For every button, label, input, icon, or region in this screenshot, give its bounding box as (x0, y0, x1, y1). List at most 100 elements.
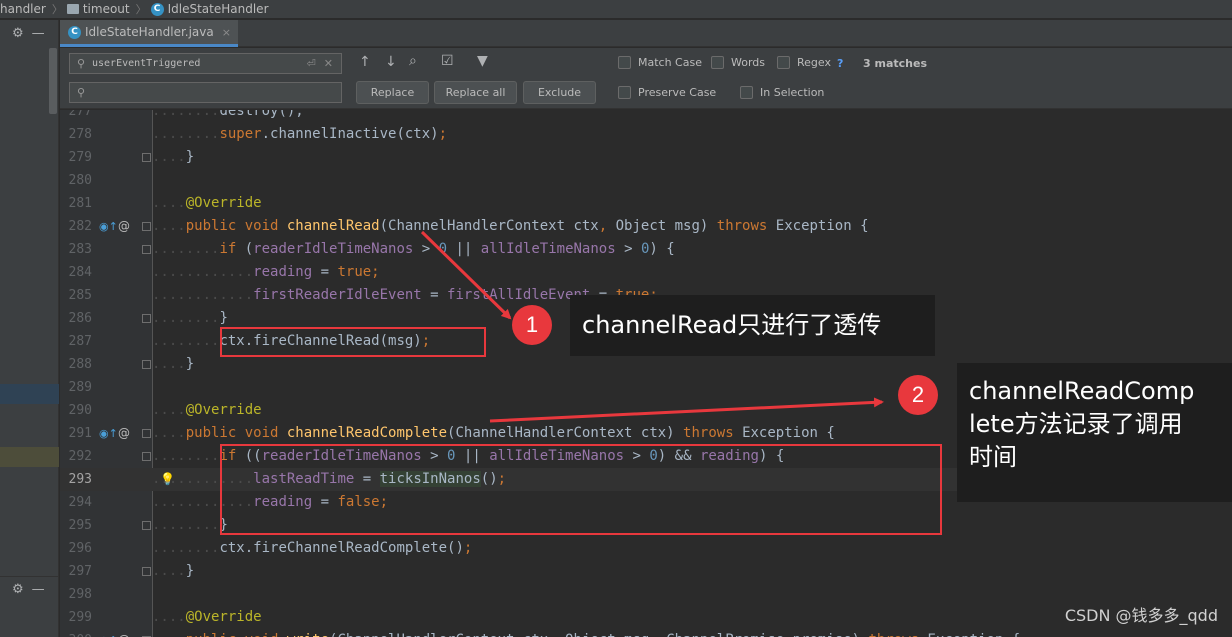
search-icon: ⚲ (76, 57, 86, 70)
fold-toggle-icon[interactable] (142, 153, 151, 162)
gear-icon[interactable]: ⚙ (12, 582, 24, 597)
next-occurrence-icon[interactable]: ↓ (385, 54, 397, 70)
project-tree-highlight-row[interactable] (0, 447, 59, 467)
line-number: 285 (68, 288, 92, 303)
line-number: 282 (68, 219, 92, 234)
line-number: 288 (68, 357, 92, 372)
words-checkbox[interactable]: Words (711, 56, 765, 69)
breadcrumb-item-class[interactable]: C IdleStateHandler (150, 2, 269, 16)
code-line[interactable]: 281 ....@Override (60, 192, 1232, 215)
code-text[interactable]: ....public void write(ChannelHandlerCont… (152, 629, 1020, 637)
exclude-button[interactable]: Exclude (523, 81, 596, 104)
code-line[interactable]: 296 ........ctx.fireChannelReadComplete()… (60, 537, 1232, 560)
line-number: 300 (60, 629, 92, 637)
code-text[interactable]: ........} (152, 307, 228, 330)
highlight-box-read-complete (220, 444, 942, 535)
fold-toggle-icon[interactable] (142, 314, 151, 323)
preserve-case-checkbox[interactable]: Preserve Case (618, 86, 716, 99)
code-text[interactable]: ....} (152, 146, 194, 169)
code-text[interactable]: ....@Override (152, 606, 262, 629)
annotation-badge-2: 2 (898, 375, 938, 415)
code-text[interactable]: ............reading = true; (152, 261, 380, 284)
code-text[interactable]: ....@Override (152, 399, 262, 422)
code-text[interactable]: ........if (readerIdleTimeNanos > 0 || a… (152, 238, 675, 261)
line-number: 290 (68, 403, 92, 418)
close-icon[interactable]: × (222, 26, 231, 39)
annotation-note-2: channelReadComp lete方法记录了调用 时间 (957, 363, 1232, 502)
code-line[interactable]: 277 ........destroy(); (60, 110, 1232, 123)
class-icon: C (150, 2, 164, 16)
code-line[interactable]: 284 ............reading = true; (60, 261, 1232, 284)
override-marker-icon[interactable]: ◉↑ (99, 422, 118, 445)
line-number: 287 (68, 334, 92, 349)
code-line[interactable]: 282 ◉↑ @ ....public void channelRead(Channe… (60, 215, 1232, 238)
annotation-marker-icon[interactable]: @ (118, 215, 130, 238)
code-line[interactable]: 280 (60, 169, 1232, 192)
line-number: 280 (68, 173, 92, 188)
find-replace-panel: ⚲ userEventTriggered ⏎ ✕ ⚲ ↑ ↓ ⌕ ☑ ▼ Rep… (60, 48, 1232, 109)
line-number: 291 (68, 426, 92, 441)
regex-help-link[interactable]: ? (837, 57, 843, 70)
line-number: 294 (68, 495, 92, 510)
code-line[interactable]: 278 ........super.channelInactive(ctx); (60, 123, 1232, 146)
code-text[interactable]: ....public void channelReadComplete(Chan… (152, 422, 835, 445)
code-line[interactable]: 283 ........if (readerIdleTimeNanos > 0 |… (60, 238, 1232, 261)
code-text[interactable]: ....} (152, 353, 194, 376)
folder-icon (66, 4, 79, 14)
regex-checkbox[interactable]: Regex (777, 56, 831, 69)
override-marker-icon[interactable]: ◉↑ (99, 629, 118, 637)
code-line[interactable]: 279....} (60, 146, 1232, 169)
annotation-marker-icon[interactable]: @ (118, 422, 130, 445)
minimize-icon[interactable]: — (32, 582, 45, 597)
fold-toggle-icon[interactable] (142, 452, 151, 461)
project-scrollbar[interactable] (49, 48, 57, 114)
newline-icon[interactable]: ⏎ (307, 57, 316, 70)
fold-toggle-icon[interactable] (142, 521, 151, 530)
fold-toggle-icon[interactable] (142, 567, 151, 576)
code-text[interactable]: ....public void channelRead(ChannelHandl… (152, 215, 869, 238)
gear-icon[interactable]: ⚙ (12, 26, 24, 41)
replace-button[interactable]: Replace (356, 81, 429, 104)
fold-toggle-icon[interactable] (142, 245, 151, 254)
breadcrumb: handler 〉 timeout 〉 C IdleStateHandler (0, 0, 1232, 19)
clear-icon[interactable]: ✕ (324, 57, 333, 70)
project-tree-selected-row[interactable] (0, 384, 59, 404)
in-selection-checkbox[interactable]: In Selection (740, 86, 824, 99)
bottom-panel-toolbar: ⚙ — (0, 576, 59, 602)
code-text[interactable]: ....} (152, 560, 194, 583)
replace-input[interactable]: ⚲ (69, 82, 342, 103)
tab-idlestatehandler[interactable]: C IdleStateHandler.java × (60, 20, 238, 47)
search-input[interactable]: ⚲ userEventTriggered ⏎ ✕ (69, 53, 342, 74)
breadcrumb-item-handler[interactable]: handler 〉 (0, 1, 67, 17)
select-all-occurrences-icon[interactable]: ☑ (441, 53, 454, 69)
line-number: 283 (68, 242, 92, 257)
filter-icon[interactable]: ▼ (477, 53, 488, 69)
replace-all-button[interactable]: Replace all (434, 81, 517, 104)
annotation-marker-icon[interactable]: @ (118, 629, 130, 637)
code-line[interactable]: 298 (60, 583, 1232, 606)
code-text[interactable]: ........} (152, 514, 228, 537)
code-text[interactable]: ....@Override (152, 192, 262, 215)
chevron-right-icon: 〉 (51, 3, 63, 16)
fold-toggle-icon[interactable] (142, 222, 151, 231)
line-number: 286 (68, 311, 92, 326)
code-text[interactable]: ........super.channelInactive(ctx); (152, 123, 447, 146)
minimize-icon[interactable]: — (32, 26, 45, 41)
previous-occurrence-icon[interactable]: ↑ (359, 54, 371, 70)
fold-toggle-icon[interactable] (142, 360, 151, 369)
code-line[interactable]: 297....} (60, 560, 1232, 583)
code-text[interactable]: ........destroy(); (152, 110, 304, 123)
code-line[interactable]: 300 ◉↑@ ....public void write(ChannelHandl… (60, 629, 1232, 637)
highlight-box-fire-channel-read (220, 327, 486, 357)
code-text[interactable]: ........ctx.fireChannelReadComplete(); (152, 537, 472, 560)
line-number: 289 (68, 380, 92, 395)
override-marker-icon[interactable]: ◉↑ (99, 215, 118, 238)
fold-toggle-icon[interactable] (142, 429, 151, 438)
watermark: CSDN @钱多多_qdd (1064, 606, 1218, 625)
class-icon: C (68, 25, 81, 39)
code-line[interactable]: 299 ....@Override (60, 606, 1232, 629)
find-all-icon[interactable]: ⌕ (409, 53, 417, 69)
breadcrumb-item-timeout[interactable]: timeout 〉 (66, 1, 151, 17)
match-case-checkbox[interactable]: Match Case (618, 56, 702, 69)
match-count: 3 matches (863, 57, 927, 70)
